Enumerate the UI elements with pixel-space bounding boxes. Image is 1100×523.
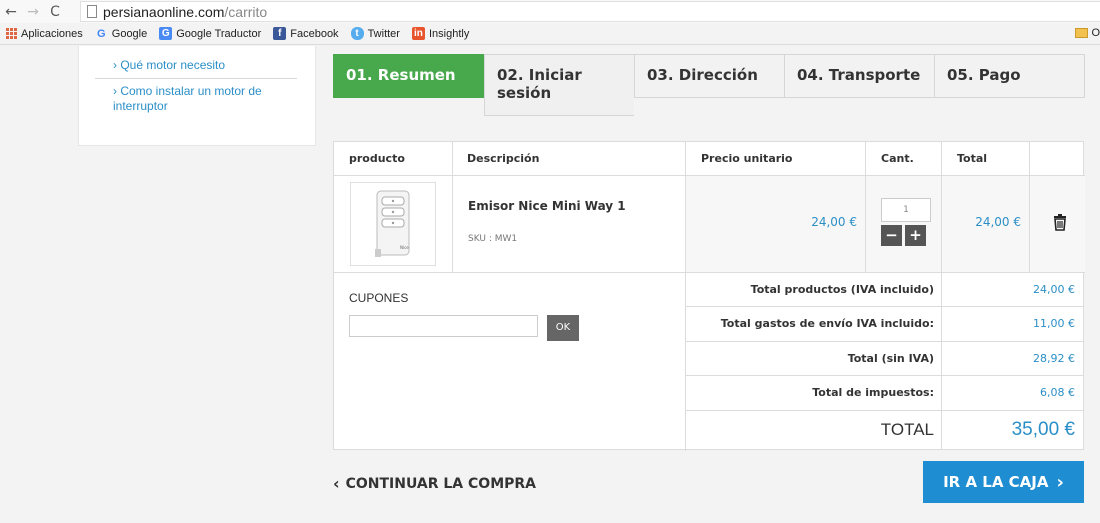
insightly-icon: in (411, 27, 425, 40)
step-summary[interactable]: 01. Resumen (333, 54, 484, 98)
chevron-right-icon: › (1056, 471, 1064, 493)
bookmark-label: Google (111, 27, 148, 40)
grand-total-value: 35,00 € (1011, 419, 1075, 440)
total-without-vat-label: Total (sin IVA) (686, 342, 942, 376)
coupon-title: CUPONES (349, 291, 409, 305)
url-host: persianaonline.com (103, 3, 225, 20)
col-header-description: Descripción (453, 142, 686, 176)
total-products-label: Total productos (IVA incluido) (686, 273, 942, 307)
step-label: 04. Transporte (797, 66, 921, 84)
continue-shopping-label: CONTINUAR LA COMPRA (345, 475, 537, 492)
product-image[interactable]: Nice (350, 182, 436, 266)
twitter-icon: t (350, 27, 364, 40)
sidebar-divider (95, 78, 297, 79)
translate-icon: G (159, 27, 173, 40)
sidebar-box: › Qué motor necesito › Como instalar un … (78, 46, 316, 146)
step-label: 02. Iniciar sesión (497, 66, 582, 102)
facebook-icon: f (273, 27, 287, 40)
col-header-qty: Cant. (866, 142, 942, 176)
svg-text:Nice: Nice (400, 245, 409, 250)
folder-label: O (1091, 27, 1100, 39)
apps-grid-icon (6, 28, 17, 39)
table-row-delete-cell (1030, 176, 1085, 273)
address-bar[interactable]: persianaonline.com /carrito (80, 1, 1100, 22)
checkout-label: IR A LA CAJA (943, 473, 1049, 491)
sidebar-link-motor[interactable]: › Qué motor necesito (113, 58, 225, 73)
line-total: 24,00 € (942, 176, 1030, 273)
total-taxes-label: Total de impuestos: (686, 376, 942, 411)
coupon-section: CUPONES OK (334, 273, 686, 451)
checkout-button[interactable]: IR A LA CAJA › (923, 461, 1084, 503)
step-login[interactable]: 02. Iniciar sesión (484, 54, 634, 116)
step-address[interactable]: 03. Dirección (634, 54, 784, 98)
decrease-qty-button[interactable]: − (881, 225, 902, 246)
remote-control-image: Nice (375, 190, 410, 257)
table-row-qty-cell: 1 − + (866, 176, 942, 273)
bookmarks-folder[interactable]: O (1075, 27, 1100, 39)
table-row-description-cell: Emisor Nice Mini Way 1 SKU : MW1 (453, 176, 686, 273)
bookmark-label: Google Traductor (176, 27, 262, 40)
unit-price: 24,00 € (686, 176, 866, 273)
bookmark-label: Aplicaciones (21, 27, 83, 40)
bookmark-label: Insightly (428, 27, 470, 40)
total-shipping-label: Total gastos de envío IVA incluido: (686, 307, 942, 342)
col-header-unit-price: Precio unitario (686, 142, 866, 176)
bookmark-insightly[interactable]: in Insightly (411, 27, 470, 40)
coupon-ok-button[interactable]: OK (547, 315, 579, 341)
bookmark-google-translate[interactable]: G Google Traductor (159, 27, 261, 40)
bookmark-facebook[interactable]: f Facebook (273, 27, 339, 40)
bookmark-label: Twitter (367, 27, 400, 40)
trash-icon[interactable] (1053, 214, 1067, 231)
table-row-image-cell: Nice (334, 176, 453, 273)
col-header-product: producto (334, 142, 453, 176)
continue-shopping-link[interactable]: ‹ CONTINUAR LA COMPRA (333, 474, 536, 493)
bookmark-apps[interactable]: Aplicaciones (6, 28, 83, 40)
product-name[interactable]: Emisor Nice Mini Way 1 (468, 199, 626, 213)
grand-total-label: TOTAL (686, 411, 942, 449)
bookmarks-bar: Aplicaciones G Google G Google Traductor… (0, 23, 1100, 45)
total-taxes-value: 6,08 € (942, 376, 1083, 411)
back-arrow-icon[interactable]: ← (0, 4, 22, 20)
cart-table: producto Descripción Precio unitario Can… (333, 141, 1085, 451)
product-sku: SKU : MW1 (468, 234, 518, 244)
bookmark-label: Facebook (290, 27, 339, 40)
bookmark-google[interactable]: G Google (95, 27, 147, 40)
total-shipping-value: 11,00 € (942, 307, 1083, 342)
col-header-total: Total (942, 142, 1030, 176)
total-products-value: 24,00 € (942, 273, 1083, 307)
page-icon (87, 5, 97, 18)
step-label: 03. Dirección (647, 66, 758, 84)
total-without-vat-value: 28,92 € (942, 342, 1083, 376)
step-payment[interactable]: 05. Pago (934, 54, 1085, 98)
google-icon: G (96, 27, 106, 40)
checkout-steps: 01. Resumen 02. Iniciar sesión 03. Direc… (333, 54, 1085, 116)
quantity-input[interactable]: 1 (881, 198, 931, 222)
step-label: 05. Pago (947, 66, 1021, 84)
col-header-actions (1030, 142, 1085, 176)
reload-icon[interactable]: C (44, 4, 66, 20)
chevron-left-icon: ‹ (333, 474, 340, 493)
browser-toolbar: ← → C persianaonline.com /carrito (0, 0, 1100, 23)
bookmark-twitter[interactable]: t Twitter (350, 27, 400, 40)
increase-qty-button[interactable]: + (905, 225, 926, 246)
step-label: 01. Resumen (346, 66, 456, 84)
folder-icon (1075, 28, 1089, 38)
sidebar-link-install[interactable]: › Como instalar un motor de interruptor (113, 84, 303, 114)
forward-arrow-icon[interactable]: → (22, 4, 44, 20)
step-shipping[interactable]: 04. Transporte (784, 54, 934, 98)
url-path: /carrito (224, 3, 268, 20)
coupon-input[interactable] (349, 315, 538, 337)
